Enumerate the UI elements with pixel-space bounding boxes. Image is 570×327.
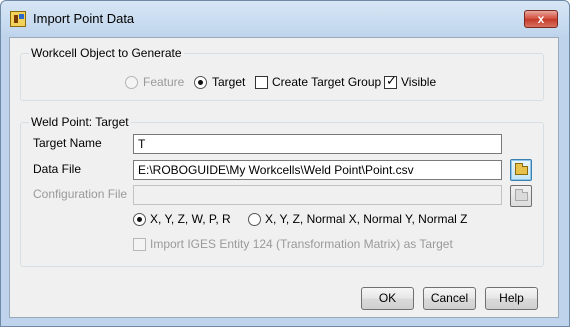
iges-checkbox[interactable] xyxy=(133,238,146,251)
cancel-button[interactable]: Cancel xyxy=(423,287,476,310)
dialog-window: Import Point Data x Workcell Object to G… xyxy=(0,0,570,327)
data-file-input[interactable]: E:\ROBOGUIDE\My Workcells\Weld Point\Poi… xyxy=(133,160,502,180)
feature-radio[interactable] xyxy=(125,76,138,89)
folder-icon xyxy=(515,189,528,201)
folder-icon xyxy=(515,163,528,175)
weld-point-group-label: Weld Point: Target xyxy=(29,115,131,129)
help-button[interactable]: Help xyxy=(485,287,538,310)
data-file-browse-button[interactable] xyxy=(510,159,532,181)
workcell-object-group: Workcell Object to Generate Feature Targ… xyxy=(20,46,544,101)
dialog-body: Workcell Object to Generate Feature Targ… xyxy=(9,37,559,318)
target-radio-label: Target xyxy=(212,75,246,89)
feature-radio-label: Feature xyxy=(143,75,185,89)
app-icon xyxy=(10,11,26,27)
ok-button[interactable]: OK xyxy=(361,287,414,310)
data-file-label: Data File xyxy=(33,162,82,176)
window-title: Import Point Data xyxy=(33,11,135,26)
visible-label: Visible xyxy=(401,75,437,89)
configuration-file-input[interactable] xyxy=(133,185,502,205)
visible-checkmark-icon: ✓ xyxy=(386,73,397,88)
target-name-input[interactable]: T xyxy=(133,134,502,154)
format-xyzwpr-radio[interactable] xyxy=(133,213,146,226)
create-target-group-label: Create Target Group xyxy=(272,75,382,89)
visible-checkbox[interactable]: ✓ xyxy=(384,73,397,89)
configuration-file-browse-button[interactable] xyxy=(510,185,532,207)
close-button[interactable]: x xyxy=(524,10,558,28)
format-normal-label: X, Y, Z, Normal X, Normal Y, Normal Z xyxy=(265,212,468,226)
title-bar[interactable]: Import Point Data x xyxy=(1,1,569,37)
configuration-file-label: Configuration File xyxy=(33,187,128,201)
target-radio[interactable] xyxy=(194,76,207,89)
create-target-group-checkbox[interactable] xyxy=(255,76,268,89)
weld-point-group: Weld Point: Target Target Name T Data Fi… xyxy=(20,115,544,267)
format-xyzwpr-label: X, Y, Z, W, P, R xyxy=(150,212,231,226)
target-name-label: Target Name xyxy=(33,136,102,150)
iges-label: Import IGES Entity 124 (Transformation M… xyxy=(150,237,453,251)
format-normal-radio[interactable] xyxy=(248,213,261,226)
workcell-object-group-label: Workcell Object to Generate xyxy=(29,46,184,60)
